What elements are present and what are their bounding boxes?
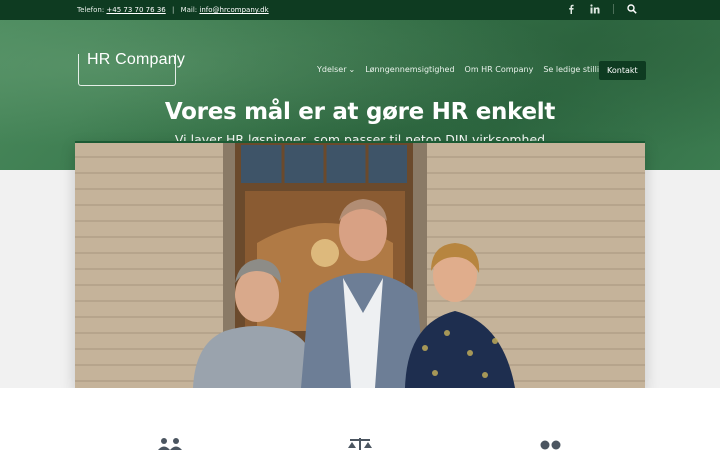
nav-item-ydelser[interactable]: Ydelser [317, 65, 355, 74]
team-photo [75, 141, 645, 388]
dots-icon [535, 436, 565, 450]
contact-button[interactable]: Kontakt [599, 61, 646, 80]
linkedin-icon[interactable] [589, 3, 601, 15]
social-divider [613, 4, 614, 14]
phone-link[interactable]: +45 73 70 76 36 [106, 6, 165, 14]
contact-separator: | [171, 6, 175, 14]
search-icon[interactable] [626, 3, 638, 15]
mail-link[interactable]: info@hrcompany.dk [199, 6, 268, 14]
top-bar: Telefon: +45 73 70 76 36 | Mail: info@hr… [0, 0, 720, 20]
scale-icon [345, 436, 375, 450]
logo[interactable]: HR Company [78, 51, 185, 86]
hero-title: Vores mål er at gøre HR enkelt [164, 99, 556, 125]
logo-text: HR Company [87, 51, 186, 68]
nav-item-om-hr-company[interactable]: Om HR Company [465, 65, 534, 74]
facebook-icon[interactable] [565, 3, 577, 15]
nav-item-loennsgennemsigtighed[interactable]: Lønngennemsigtighed [365, 65, 454, 74]
services-section [0, 388, 720, 450]
social-links [565, 3, 638, 15]
mail-label: Mail: [180, 6, 198, 14]
phone-label: Telefon: [77, 6, 105, 14]
main-nav: Ydelser Lønngennemsigtighed Om HR Compan… [317, 61, 646, 80]
contact-info: Telefon: +45 73 70 76 36 | Mail: info@hr… [77, 6, 269, 14]
people-icon [155, 436, 185, 450]
